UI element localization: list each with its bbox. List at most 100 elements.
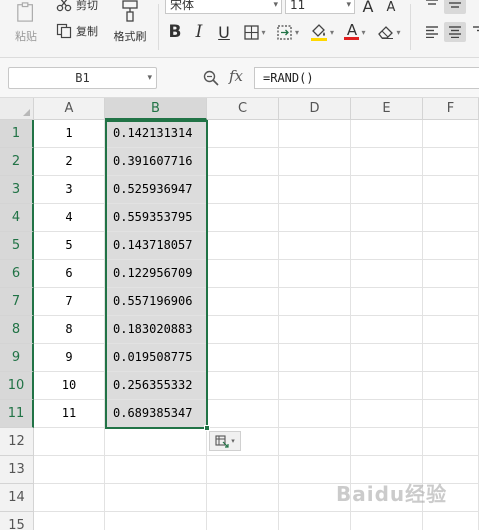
font-color-button[interactable]: A ▾ [342, 21, 368, 43]
bold-button[interactable]: B [166, 21, 184, 43]
cell-empty[interactable] [279, 120, 351, 148]
copy-button[interactable]: 复制 [56, 22, 98, 40]
column-header-b[interactable]: B [105, 98, 207, 120]
row-header[interactable]: 7 [0, 288, 34, 316]
cell-empty[interactable] [279, 260, 351, 288]
format-painter-button[interactable]: 格式刷 [108, 0, 152, 56]
cell-empty[interactable] [207, 372, 279, 400]
font-size-select[interactable]: 11 ▾ [285, 0, 355, 14]
cell-empty[interactable] [279, 148, 351, 176]
cell-empty[interactable] [207, 232, 279, 260]
cell-empty[interactable] [279, 204, 351, 232]
underline-button[interactable]: U [215, 21, 233, 43]
cell-empty[interactable] [423, 344, 479, 372]
cell-empty[interactable] [279, 176, 351, 204]
italic-button[interactable]: I [191, 21, 207, 43]
cell-a[interactable]: 5 [34, 232, 105, 260]
row-header[interactable]: 5 [0, 232, 34, 260]
cell-empty[interactable] [279, 232, 351, 260]
row-header[interactable]: 12 [0, 428, 34, 456]
cell-empty[interactable] [105, 428, 207, 456]
cell-a[interactable]: 10 [34, 372, 105, 400]
row-header[interactable]: 15 [0, 512, 34, 530]
cell-empty[interactable] [351, 400, 423, 428]
cell-empty[interactable] [279, 428, 351, 456]
row-header[interactable]: 1 [0, 120, 34, 148]
cell-b-rand[interactable]: 0.122956709 [105, 260, 207, 288]
cell-a[interactable]: 9 [34, 344, 105, 372]
cell-a[interactable]: 3 [34, 176, 105, 204]
row-header[interactable]: 4 [0, 204, 34, 232]
cell-empty[interactable] [423, 120, 479, 148]
cell-empty[interactable] [423, 148, 479, 176]
cell-empty[interactable] [351, 176, 423, 204]
cell-b-rand[interactable]: 0.142131314 [105, 120, 207, 148]
column-header-f[interactable]: F [423, 98, 479, 120]
row-header[interactable]: 10 [0, 372, 34, 400]
cell-empty[interactable] [207, 288, 279, 316]
cell-empty[interactable] [34, 428, 105, 456]
cell-empty[interactable] [423, 512, 479, 530]
cell-empty[interactable] [207, 484, 279, 512]
zoom-icon[interactable] [203, 70, 219, 86]
cell-empty[interactable] [279, 372, 351, 400]
cell-empty[interactable] [351, 428, 423, 456]
cell-empty[interactable] [423, 232, 479, 260]
cell-empty[interactable] [279, 512, 351, 530]
cell-empty[interactable] [105, 484, 207, 512]
cell-empty[interactable] [279, 316, 351, 344]
cell-empty[interactable] [423, 204, 479, 232]
shrink-font-button[interactable]: A [384, 0, 398, 18]
merge-cells-button[interactable]: ▾ [274, 21, 302, 43]
column-header-c[interactable]: C [207, 98, 279, 120]
fill-color-button[interactable]: ▾ [307, 21, 337, 43]
cell-b-rand[interactable]: 0.183020883 [105, 316, 207, 344]
cell-empty[interactable] [207, 204, 279, 232]
row-header[interactable]: 14 [0, 484, 34, 512]
cell-empty[interactable] [207, 176, 279, 204]
cell-empty[interactable] [423, 260, 479, 288]
cell-b-rand[interactable]: 0.256355332 [105, 372, 207, 400]
cell-empty[interactable] [351, 288, 423, 316]
cell-empty[interactable] [207, 260, 279, 288]
cell-empty[interactable] [351, 148, 423, 176]
cell-empty[interactable] [423, 428, 479, 456]
align-top-button[interactable] [421, 0, 443, 14]
grow-font-button[interactable]: A [360, 0, 376, 17]
cell-empty[interactable] [105, 456, 207, 484]
column-header-e[interactable]: E [351, 98, 423, 120]
cell-empty[interactable] [423, 176, 479, 204]
cell-empty[interactable] [423, 316, 479, 344]
insert-function-button[interactable]: fx [229, 67, 243, 85]
cell-empty[interactable] [34, 512, 105, 530]
cell-a[interactable]: 11 [34, 400, 105, 428]
borders-button[interactable]: ▾ [241, 21, 269, 43]
cell-b-rand[interactable]: 0.689385347 [105, 400, 207, 428]
font-name-select[interactable]: 宋体 ▾ [165, 0, 282, 14]
row-header[interactable]: 13 [0, 456, 34, 484]
row-header[interactable]: 11 [0, 400, 34, 428]
align-center-button[interactable] [444, 22, 466, 42]
cell-b-rand[interactable]: 0.391607716 [105, 148, 207, 176]
cell-empty[interactable] [351, 232, 423, 260]
formula-input[interactable]: =RAND() [254, 67, 479, 89]
cell-b-rand[interactable]: 0.557196906 [105, 288, 207, 316]
cell-empty[interactable] [207, 456, 279, 484]
align-left-button[interactable] [421, 22, 443, 42]
clear-format-button[interactable]: ▾ [375, 21, 403, 43]
row-header[interactable]: 9 [0, 344, 34, 372]
cell-empty[interactable] [423, 288, 479, 316]
cell-empty[interactable] [207, 400, 279, 428]
cell-empty[interactable] [105, 512, 207, 530]
cell-a[interactable]: 7 [34, 288, 105, 316]
align-right-button[interactable] [468, 22, 479, 42]
cell-empty[interactable] [351, 260, 423, 288]
cell-a[interactable]: 4 [34, 204, 105, 232]
cell-a[interactable]: 6 [34, 260, 105, 288]
cut-button[interactable]: 剪切 [56, 0, 98, 14]
select-all-corner[interactable] [0, 98, 34, 120]
align-middle-button[interactable] [444, 0, 466, 14]
cell-a[interactable]: 8 [34, 316, 105, 344]
row-header[interactable]: 2 [0, 148, 34, 176]
column-header-a[interactable]: A [34, 98, 105, 120]
